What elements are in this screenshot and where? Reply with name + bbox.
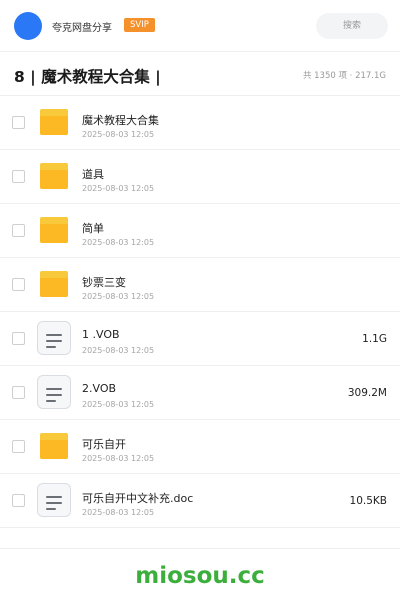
- file-name[interactable]: 2.VOB: [82, 382, 116, 395]
- document-icon: [37, 375, 71, 409]
- row-checkbox[interactable]: [12, 332, 25, 345]
- file-row[interactable]: 魔术教程大合集 2025-08-03 12:05: [0, 96, 400, 150]
- file-date: 2025-08-03 12:05: [82, 184, 155, 193]
- file-date: 2025-08-03 12:05: [82, 238, 155, 247]
- file-list: 魔术教程大合集 2025-08-03 12:05 道具 2025-08-03 1…: [0, 96, 400, 528]
- site-watermark: miosou.cc: [135, 563, 265, 589]
- file-name[interactable]: 可乐自开中文补充.doc: [82, 490, 193, 506]
- file-date: 2025-08-03 12:05: [82, 400, 155, 409]
- folder-icon: [40, 109, 68, 135]
- page-title: 8 | 魔术教程大合集 |: [14, 68, 161, 86]
- row-checkbox[interactable]: [12, 224, 25, 237]
- folder-icon: [40, 163, 68, 189]
- file-name[interactable]: 道具: [82, 166, 104, 182]
- file-date: 2025-08-03 12:05: [82, 130, 155, 139]
- file-size: 1.1G: [362, 333, 387, 345]
- search-button[interactable]: 搜索: [316, 13, 388, 39]
- file-date: 2025-08-03 12:05: [82, 292, 155, 301]
- file-name[interactable]: 可乐自开: [82, 436, 126, 452]
- folder-meta: 共 1350 项 · 217.1G: [302, 71, 386, 81]
- file-name[interactable]: 魔术教程大合集: [82, 112, 159, 128]
- avatar[interactable]: [14, 12, 42, 40]
- svip-badge: SVIP: [124, 18, 155, 32]
- file-date: 2025-08-03 12:05: [82, 454, 155, 463]
- file-row[interactable]: 1 .VOB 2025-08-03 12:05 1.1G: [0, 312, 400, 366]
- folder-icon: [40, 217, 68, 243]
- file-row[interactable]: 可乐自开 2025-08-03 12:05: [0, 420, 400, 474]
- file-date: 2025-08-03 12:05: [82, 346, 155, 355]
- row-checkbox[interactable]: [12, 116, 25, 129]
- search-label: 搜索: [342, 21, 361, 31]
- folder-icon: [40, 271, 68, 297]
- file-size: 309.2M: [347, 387, 387, 399]
- file-date: 2025-08-03 12:05: [82, 508, 155, 517]
- file-row[interactable]: 可乐自开中文补充.doc 2025-08-03 12:05 10.5KB: [0, 474, 400, 528]
- row-checkbox[interactable]: [12, 494, 25, 507]
- file-name[interactable]: 1 .VOB: [82, 328, 120, 341]
- row-checkbox[interactable]: [12, 170, 25, 183]
- document-icon: [37, 483, 71, 517]
- document-icon: [37, 321, 71, 355]
- file-name[interactable]: 钞票三变: [82, 274, 126, 290]
- app-header: 夸克网盘分享 SVIP 搜索: [0, 0, 400, 52]
- file-row[interactable]: 2.VOB 2025-08-03 12:05 309.2M: [0, 366, 400, 420]
- footer-bar: miosou.cc: [0, 548, 400, 600]
- file-row[interactable]: 钞票三变 2025-08-03 12:05: [0, 258, 400, 312]
- row-checkbox[interactable]: [12, 386, 25, 399]
- row-checkbox[interactable]: [12, 278, 25, 291]
- file-row[interactable]: 道具 2025-08-03 12:05: [0, 150, 400, 204]
- folder-titlebar: 8 | 魔术教程大合集 | 共 1350 项 · 217.1G: [0, 52, 400, 96]
- row-checkbox[interactable]: [12, 440, 25, 453]
- file-row[interactable]: 简单 2025-08-03 12:05: [0, 204, 400, 258]
- app-name: 夸克网盘分享: [52, 23, 112, 34]
- file-size: 10.5KB: [349, 495, 387, 507]
- file-name[interactable]: 简单: [82, 220, 104, 236]
- folder-icon: [40, 433, 68, 459]
